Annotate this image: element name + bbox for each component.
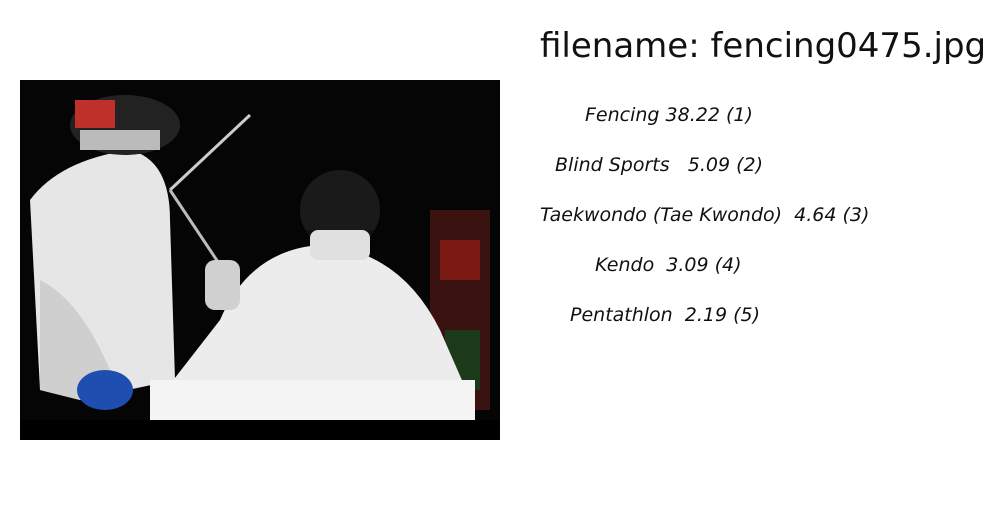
prediction-item: Fencing 38.22 (1): [585, 104, 753, 126]
prediction-item: Blind Sports 5.09 (2): [555, 154, 764, 176]
prediction-item: Pentathlon 2.19 (5): [570, 304, 761, 326]
prediction-item: Kendo 3.09 (4): [595, 254, 742, 276]
fencing-photo: [20, 80, 500, 440]
prediction-item: Taekwondo (Tae Kwondo) 4.64 (3): [540, 204, 870, 226]
filename-label: filename: fencing0475.jpg: [540, 26, 987, 66]
